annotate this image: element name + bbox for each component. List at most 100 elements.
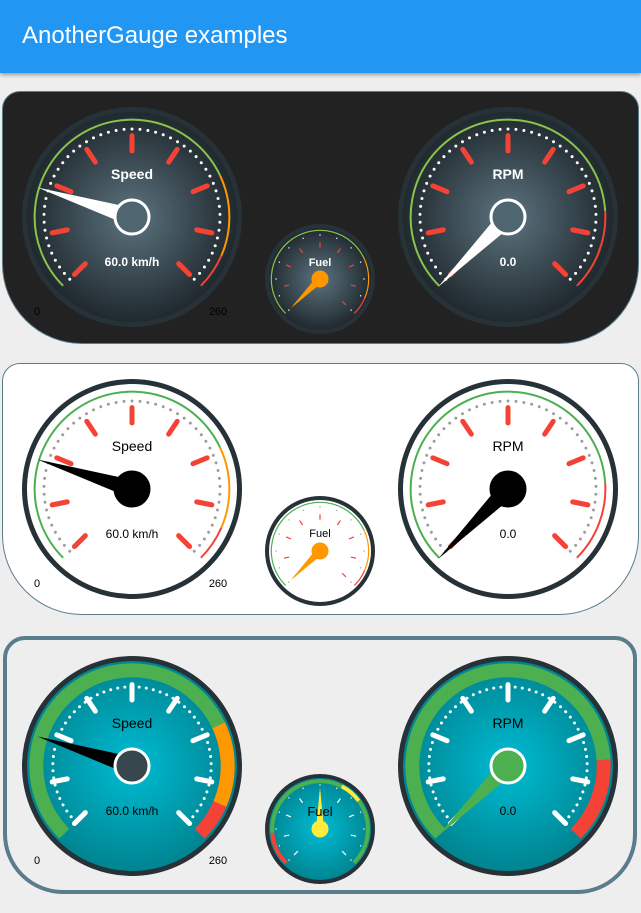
- rpm-minor-tick: [423, 244, 427, 248]
- speed-minor-tick: [72, 149, 76, 153]
- rpm-minor-tick: [438, 271, 442, 275]
- rpm-minor-tick: [594, 212, 598, 216]
- rpm-major-tick: [570, 499, 591, 508]
- rpm-minor-tick: [444, 715, 448, 719]
- rpm-minor-tick: [454, 144, 458, 148]
- speed-minor-tick: [43, 476, 47, 480]
- speed-minor-tick: [99, 405, 103, 409]
- speed-minor-tick: [217, 228, 221, 232]
- rpm-minor-tick: [576, 727, 580, 731]
- fuel-minor-tick: [363, 278, 365, 280]
- rpm-minor-tick: [467, 408, 471, 412]
- fuel-minor-tick: [359, 567, 362, 569]
- rpm-minor-tick: [439, 721, 443, 725]
- speed-minor-tick: [158, 690, 162, 694]
- rpm-minor-tick: [418, 484, 422, 488]
- speed-minor-tick: [199, 433, 203, 437]
- speed-minor-tick: [195, 809, 199, 813]
- rpm-minor-tick: [582, 740, 586, 744]
- fuel-minor-tick: [319, 234, 321, 236]
- speed-min-label: 0: [34, 306, 40, 318]
- speed-minor-tick: [45, 236, 49, 240]
- speed-minor-tick: [66, 155, 70, 159]
- rpm-minor-tick: [427, 754, 431, 758]
- rpm-center-cap: [489, 747, 527, 785]
- rpm-minor-tick: [564, 710, 568, 714]
- speed-minor-tick: [191, 815, 195, 819]
- rpm-minor-tick: [568, 715, 572, 719]
- rpm-minor-tick: [425, 453, 429, 457]
- speed-minor-tick: [197, 721, 201, 725]
- rpm-minor-tick: [490, 128, 494, 132]
- fuel-minor-tick: [288, 581, 290, 583]
- rpm-minor-tick: [586, 523, 590, 527]
- speed-minor-tick: [207, 258, 211, 262]
- speed-minor-tick: [169, 408, 173, 412]
- speed-min-label: 0: [34, 578, 40, 590]
- fuel-minor-tick: [350, 309, 352, 311]
- fuel-minor-tick: [288, 309, 290, 311]
- rpm-minor-tick: [448, 149, 452, 153]
- fuel-minor-tick: [278, 567, 281, 569]
- fuel-gauge: Fuel: [265, 496, 375, 606]
- rpm-minor-tick: [522, 400, 526, 404]
- speed-minor-tick: [68, 277, 72, 281]
- speed-minor-tick: [137, 685, 141, 689]
- speed-minor-tick: [91, 408, 95, 412]
- rpm-minor-tick: [537, 133, 541, 137]
- rpm-minor-tick: [568, 549, 572, 553]
- speed-minor-tick: [144, 686, 148, 690]
- rpm-minor-tick: [499, 685, 503, 689]
- rpm-minor-tick: [454, 416, 458, 420]
- speed-minor-tick: [194, 155, 198, 159]
- fuel-minor-tick: [288, 797, 290, 799]
- speed-minor-tick: [77, 705, 81, 709]
- fuel-minor-tick: [350, 581, 352, 583]
- speed-minor-tick: [213, 244, 217, 248]
- rpm-minor-tick: [574, 271, 578, 275]
- rpm-minor-tick: [485, 688, 489, 692]
- rpm-minor-tick: [448, 710, 452, 714]
- rpm-minor-tick: [471, 693, 475, 697]
- rpm-minor-tick: [530, 402, 534, 406]
- rpm-minor-tick: [584, 174, 588, 178]
- speed-minor-tick: [130, 127, 134, 131]
- rpm-minor-tick: [584, 446, 588, 450]
- rpm-minor-tick: [522, 128, 526, 132]
- speed-minor-tick: [47, 244, 51, 248]
- speed-minor-tick: [58, 265, 62, 269]
- fuel-minor-tick: [336, 787, 338, 790]
- rpm-minor-tick: [514, 399, 518, 403]
- speed-gauge: Speed 60.0 km/h 0 260: [22, 656, 242, 876]
- speed-minor-tick: [72, 710, 76, 714]
- speed-major-tick: [194, 499, 215, 508]
- rpm-minor-tick: [567, 815, 571, 819]
- rpm-minor-tick: [530, 130, 534, 134]
- speed-minor-tick: [42, 492, 46, 496]
- rpm-minor-tick: [559, 705, 563, 709]
- speed-minor-tick: [214, 189, 218, 193]
- speed-max-label: 260: [209, 855, 227, 867]
- speed-minor-tick: [218, 220, 222, 224]
- gauges-canvas: Speed 60.0 km/h 0 260 Fuel RPM 0.0 Speed 60.0…: [22, 107, 618, 884]
- teal-panel-gauges: Speed 60.0 km/h 0 260 Fuel RPM 0.0: [22, 656, 618, 884]
- rpm-minor-tick: [591, 236, 595, 240]
- speed-minor-tick: [95, 693, 99, 697]
- fuel-minor-tick: [319, 506, 321, 508]
- speed-minor-tick: [60, 727, 64, 731]
- fuel-minor-tick: [278, 295, 281, 297]
- speed-minor-tick: [199, 161, 203, 165]
- rpm-minor-tick: [423, 516, 427, 520]
- rpm-minor-tick: [426, 251, 430, 255]
- speed-minor-tick: [218, 484, 222, 488]
- rpm-minor-tick: [593, 476, 597, 480]
- speed-minor-tick: [215, 508, 219, 512]
- speed-minor-tick: [69, 815, 73, 819]
- rpm-minor-tick: [430, 740, 434, 744]
- speed-minor-tick: [209, 769, 213, 773]
- fuel-minor-tick: [359, 261, 362, 263]
- fuel-minor-tick: [302, 237, 304, 240]
- speed-minor-tick: [202, 537, 206, 541]
- speed-minor-tick: [194, 427, 198, 431]
- speed-minor-tick: [182, 416, 186, 420]
